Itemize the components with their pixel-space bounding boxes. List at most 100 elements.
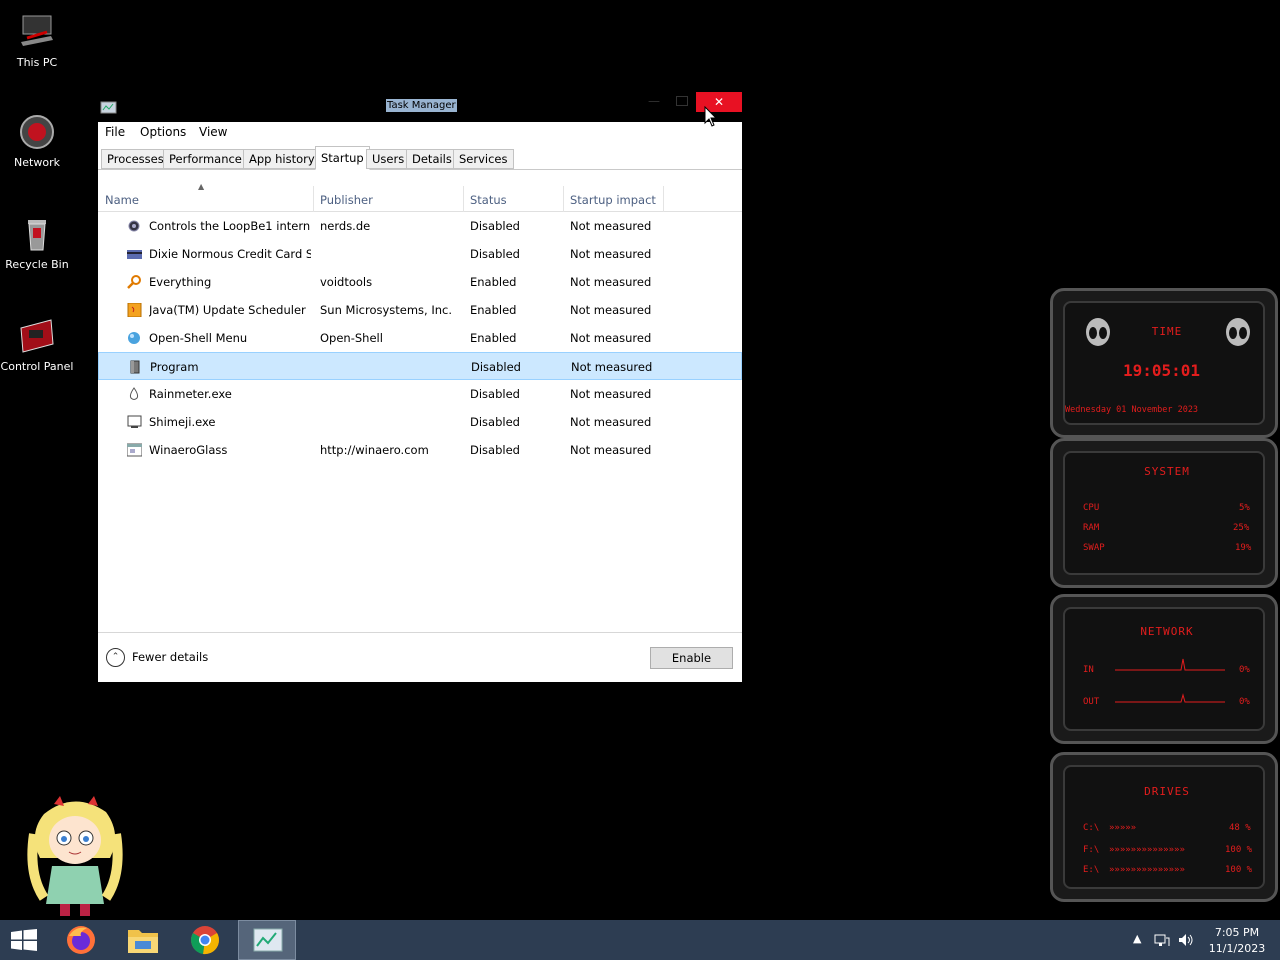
table-row[interactable]: Rainmeter.exe Disabled Not measured [98,380,742,408]
shimeji-mascot[interactable] [24,794,126,918]
table-row[interactable]: Java(TM) Update Scheduler Sun Microsyste… [98,296,742,324]
swap-value: 19% [1235,543,1252,553]
startup-item-status: Enabled [470,303,517,317]
startup-item-publisher: Open-Shell [320,331,383,345]
cpu-label: CPU [1083,503,1100,513]
taskbar-chrome[interactable] [176,920,234,960]
recycle-bin-icon [17,214,57,254]
column-name[interactable]: Name [105,193,139,207]
control-panel-icon [17,316,57,356]
start-button[interactable] [0,920,58,960]
table-row[interactable]: Dixie Normous Credit Card S... Disabled … [98,240,742,268]
network-tray-icon[interactable] [1154,932,1170,948]
alien-head-icon [1086,318,1110,346]
startup-item-status: Enabled [470,331,517,345]
chevron-up-icon[interactable]: ⌃ [106,648,125,667]
rainmeter-drop-icon [127,387,142,401]
shell-orb-icon [127,331,142,345]
tab-services[interactable]: Services [453,149,514,169]
menu-file[interactable]: File [105,125,125,139]
menu-bar: File Options View [98,122,742,144]
java-icon [127,302,142,318]
desktop-icon-recycle-bin[interactable]: Recycle Bin [0,214,74,271]
column-startup-impact[interactable]: Startup impact [570,193,656,207]
column-status[interactable]: Status [470,193,507,207]
table-row[interactable]: Program Disabled Not measured [98,352,742,380]
table-row[interactable]: Open-Shell Menu Open-Shell Enabled Not m… [98,324,742,352]
tab-performance[interactable]: Performance [163,149,248,169]
table-row[interactable]: Controls the LoopBe1 intern... nerds.de … [98,212,742,240]
startup-item-name: Shimeji.exe [149,415,216,429]
startup-item-impact: Not measured [570,443,652,457]
search-magnifier-icon [127,275,142,289]
table-row[interactable]: Everything voidtools Enabled Not measure… [98,268,742,296]
startup-item-name: Everything [149,275,212,289]
table-row[interactable]: Shimeji.exe Disabled Not measured [98,408,742,436]
column-divider[interactable] [563,186,564,212]
startup-item-impact: Not measured [570,275,652,289]
drives-title: DRIVES [1144,785,1190,798]
maximize-icon [676,96,688,106]
drive-f-label: F:\ [1083,845,1100,855]
drive-c-label: C:\ [1083,823,1100,833]
tab-users[interactable]: Users [366,149,411,169]
tab-startup[interactable]: Startup [315,146,370,170]
firefox-icon [67,926,95,954]
in-value: 0% [1239,665,1250,675]
taskbar-file-explorer[interactable] [114,920,172,960]
desktop-icon-network[interactable]: Network [0,112,74,169]
column-divider[interactable] [463,186,464,212]
startup-item-impact: Not measured [570,415,652,429]
volume-icon[interactable] [1178,932,1194,948]
startup-item-impact: Not measured [570,331,652,345]
startup-item-publisher: voidtools [320,275,373,289]
minimize-button[interactable]: — [644,94,664,114]
fewer-details-link[interactable]: Fewer details [132,650,208,664]
startup-item-name: WinaeroGlass [149,443,228,457]
menu-options[interactable]: Options [140,125,186,139]
startup-item-name: Controls the LoopBe1 intern... [149,219,311,233]
desktop-icon-this-pc[interactable]: This PC [0,12,74,69]
drive-e-value: 100 % [1225,865,1253,875]
desktop-icon-control-panel[interactable]: Control Panel [0,316,74,373]
column-divider[interactable] [313,186,314,212]
column-divider[interactable] [663,186,664,212]
startup-item-status: Enabled [470,275,517,289]
system-title: SYSTEM [1144,465,1190,478]
tab-app-history[interactable]: App history [243,149,321,169]
taskbar-clock[interactable]: 7:05 PM 11/1/2023 [1200,925,1274,957]
start-icon [11,929,37,951]
ram-value: 25% [1233,523,1250,533]
startup-item-name: Dixie Normous Credit Card S... [149,247,311,261]
startup-item-status: Disabled [470,219,520,233]
tab-processes[interactable]: Processes [101,149,170,169]
title-bar[interactable]: Task Manager — ✕ [98,90,742,122]
taskbar-task-manager[interactable] [238,920,296,960]
network-out-graph [1115,693,1225,703]
credit-card-icon [127,247,142,261]
table-row[interactable]: WinaeroGlass http://winaero.com Disabled… [98,436,742,464]
menu-view[interactable]: View [199,125,227,139]
drive-e-bar: »»»»»»»»»»»»»» [1109,865,1185,875]
close-button[interactable]: ✕ [696,92,742,112]
time-panel: TIME 19:05:01 Wednesday 01 November 2023 [1050,288,1278,438]
startup-item-status: Disabled [471,360,521,374]
task-manager-app-icon [100,100,117,114]
drives-panel: DRIVES C:\ »»»»» 48 % F:\ »»»»»»»»»»»»»»… [1050,752,1278,902]
out-value: 0% [1239,697,1250,707]
file-explorer-icon [128,930,158,953]
show-hidden-icons-icon[interactable]: ▲ [1133,932,1141,945]
tab-details[interactable]: Details [406,149,458,169]
program-icon [128,360,143,374]
column-publisher[interactable]: Publisher [320,193,373,207]
startup-item-impact: Not measured [570,387,652,401]
startup-item-name: Java(TM) Update Scheduler [149,303,306,317]
footer-bar: ⌃ Fewer details Enable [98,632,742,682]
enable-button[interactable]: Enable [650,647,733,669]
maximize-button[interactable] [672,92,692,112]
taskbar: ▲ 7:05 PM 11/1/2023 [0,920,1280,960]
network-in-graph [1115,658,1225,671]
system-panel: SYSTEM CPU 5% RAM 25% SWAP 19% [1050,438,1278,588]
column-header-row: ▲ Name Publisher Status Startup impact [98,182,742,212]
taskbar-firefox[interactable] [52,920,110,960]
